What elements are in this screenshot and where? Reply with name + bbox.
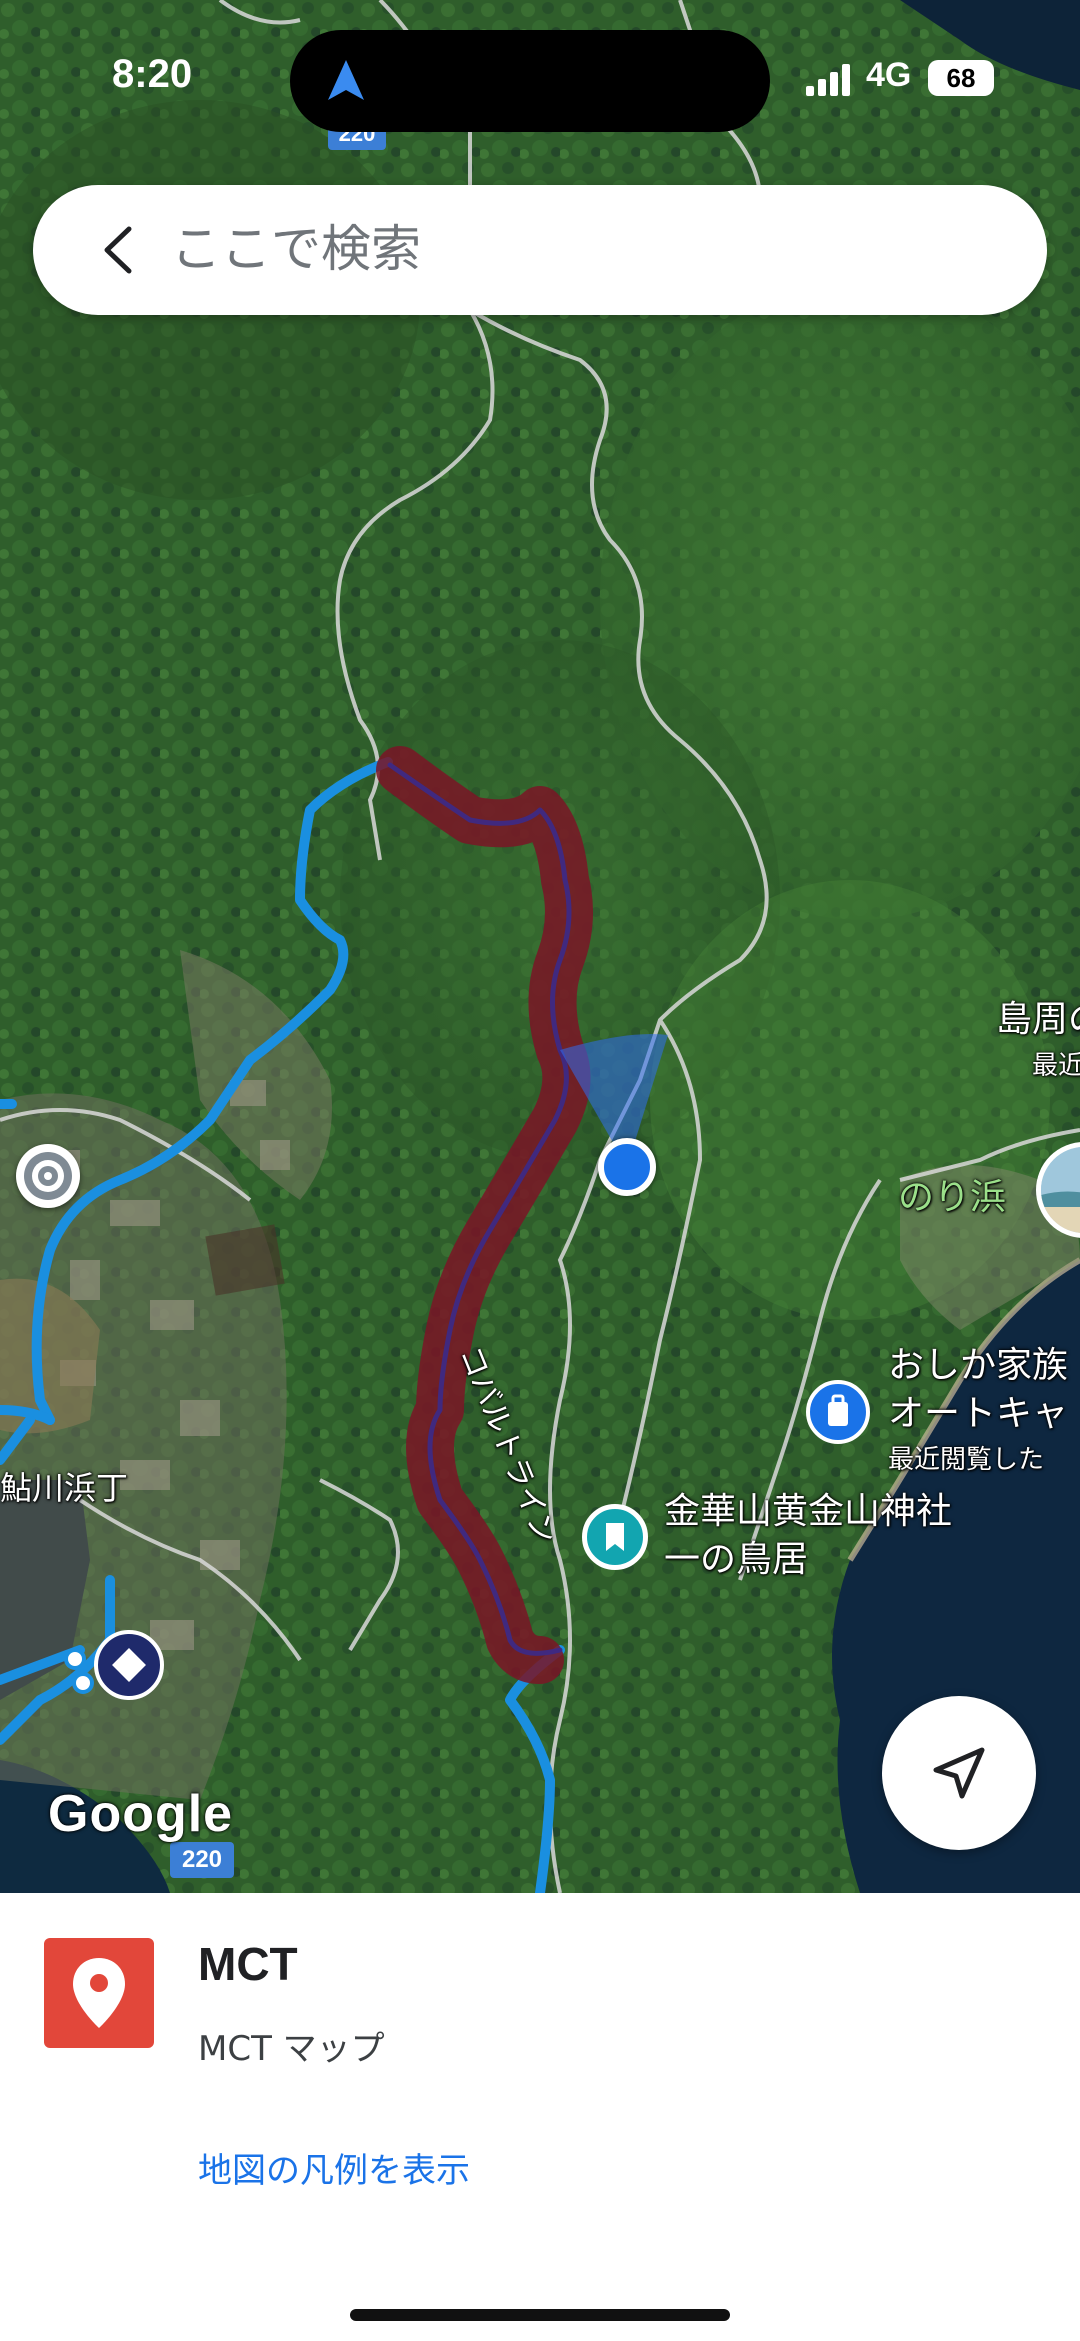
- search-bar[interactable]: ここで検索: [33, 185, 1047, 315]
- map-label-campsite-line2[interactable]: オートキャ: [888, 1392, 1068, 1436]
- target-icon: [24, 1152, 72, 1200]
- map-label-shrine-line1[interactable]: 金華山黄金山神社: [664, 1490, 952, 1534]
- shrine-marker[interactable]: [582, 1504, 648, 1570]
- navigation-arrow-icon: [328, 60, 364, 100]
- map-label-beach[interactable]: のり浜: [898, 1176, 1006, 1220]
- map-label-shrine-line2[interactable]: 一の鳥居: [664, 1538, 808, 1582]
- map-label-town: 鮎川浜丁: [0, 1469, 129, 1507]
- target-marker[interactable]: [16, 1144, 80, 1208]
- signal-icon: [806, 64, 850, 96]
- map-label-campsite-line1[interactable]: おしか家族: [888, 1344, 1068, 1388]
- layer-subtitle: MCT マップ: [198, 2029, 385, 2069]
- dynamic-island[interactable]: [290, 30, 770, 132]
- road-shield-bottom: 220: [170, 1842, 234, 1878]
- google-logo: Google: [48, 1785, 234, 1843]
- back-arrow-icon[interactable]: [93, 223, 147, 277]
- my-location-button[interactable]: [882, 1696, 1036, 1850]
- small-dot-marker[interactable]: [64, 1648, 86, 1670]
- current-location-dot[interactable]: [598, 1138, 656, 1196]
- small-dot-marker[interactable]: [72, 1672, 94, 1694]
- bookmark-icon: [606, 1523, 624, 1551]
- home-indicator[interactable]: [350, 2309, 730, 2321]
- battery-indicator: 68: [928, 60, 994, 96]
- app-root: 220 220 島周 最近 のり浜 おしか家族 オートキャ 最近閲覧した 金華山…: [0, 0, 1080, 2341]
- map-view[interactable]: 220 220 島周 最近 のり浜 おしか家族 オートキャ 最近閲覧した 金華山…: [0, 0, 1080, 1893]
- map-label-campsite-line3: 最近閲覧した: [888, 1445, 1045, 1475]
- navigation-arrow-icon: [933, 1747, 985, 1799]
- map-label-island-line2: 最近: [1032, 1051, 1080, 1081]
- diamond-icon: [112, 1648, 146, 1682]
- campsite-marker[interactable]: [806, 1380, 870, 1444]
- network-type: 4G: [866, 56, 912, 94]
- search-input[interactable]: ここで検索: [171, 219, 421, 279]
- map-label-island-line1: 島周の: [996, 999, 1080, 1040]
- show-legend-link[interactable]: 地図の凡例を表示: [198, 2143, 470, 2192]
- transit-marker[interactable]: [94, 1630, 164, 1700]
- layer-title: MCT: [198, 1938, 298, 1990]
- bottom-sheet: MCT MCT マップ 地図の凡例を表示: [0, 1893, 1080, 2341]
- map-pin-icon: [73, 1958, 125, 2028]
- luggage-icon: [828, 1394, 848, 1426]
- status-time: 8:20: [112, 52, 193, 96]
- map-layer-icon: [44, 1938, 154, 2048]
